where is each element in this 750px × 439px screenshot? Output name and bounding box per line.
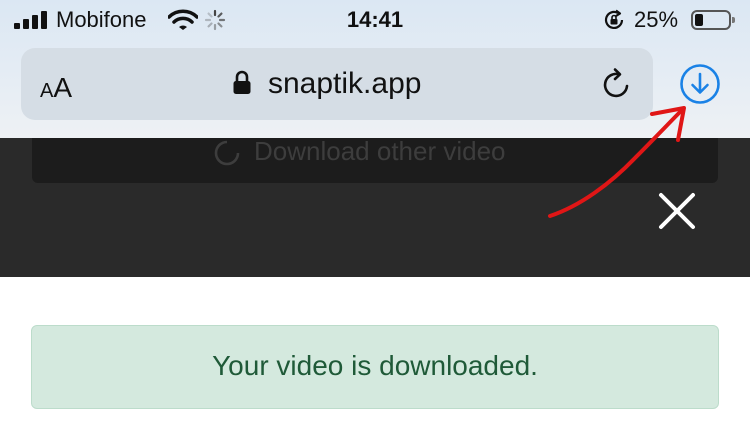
- text-size-large-letter: A: [53, 72, 73, 103]
- text-size-small-letter: A: [40, 80, 54, 102]
- text-size-button[interactable]: AA: [40, 72, 72, 104]
- lock-icon: [233, 70, 251, 94]
- download-other-video-label: Download other video: [254, 136, 506, 166]
- battery-percent: 25%: [634, 7, 679, 32]
- success-message: Your video is downloaded.: [212, 350, 538, 381]
- battery-icon: [691, 10, 735, 30]
- rotation-lock-icon: [604, 9, 624, 29]
- reload-icon: [214, 140, 240, 166]
- annotation-arrow: [548, 106, 686, 218]
- url-domain[interactable]: snaptik.app: [268, 67, 421, 101]
- status-bar: Mobifone 14:41 25%: [0, 0, 750, 42]
- battery-fill: [695, 14, 703, 26]
